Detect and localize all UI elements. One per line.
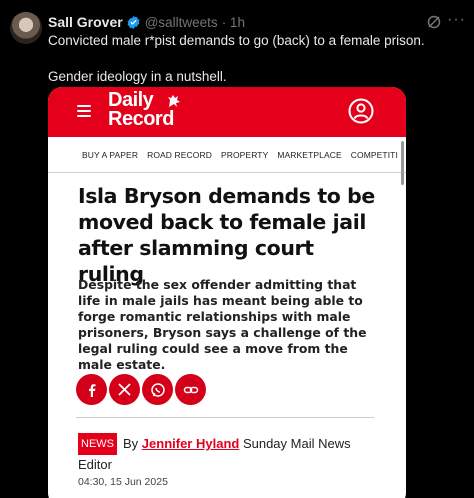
site-nav: BUY A PAPER ROAD RECORD PROPERTY MARKETP… <box>48 137 406 173</box>
hamburger-icon[interactable] <box>77 105 91 117</box>
author-link[interactable]: Jennifer Hyland <box>142 436 240 451</box>
copy-link-button[interactable] <box>175 374 206 405</box>
x-icon <box>118 383 131 396</box>
share-buttons <box>76 374 208 405</box>
byline: NEWS By Jennifer Hyland Sunday Mail News … <box>78 433 378 475</box>
divider <box>76 417 374 418</box>
article-date: 04:30, 15 Jun 2025 <box>78 476 168 488</box>
byline-by: By <box>123 436 142 451</box>
article-headline: Isla Bryson demands to be moved back to … <box>78 184 375 286</box>
whatsapp-icon <box>150 382 165 397</box>
more-icon[interactable]: ··· <box>447 11 466 29</box>
facebook-icon <box>88 383 95 397</box>
lion-icon <box>166 93 182 109</box>
avatar[interactable] <box>10 12 42 44</box>
tweet-header: Sall Grover @salltweets · 1h <box>48 12 466 32</box>
x-share-button[interactable] <box>109 374 140 405</box>
nav-item-buy-a-paper[interactable]: BUY A PAPER <box>82 150 138 160</box>
account-icon[interactable] <box>348 98 374 124</box>
site-header: Daily Record <box>48 87 406 137</box>
news-badge[interactable]: NEWS <box>78 433 117 455</box>
nav-item-competitions[interactable]: COMPETITI <box>351 150 398 160</box>
site-logo[interactable]: Daily Record <box>108 90 174 130</box>
verified-badge-icon <box>126 15 141 30</box>
tweet-text-line-2: Gender ideology in a nutshell. <box>48 69 227 84</box>
author-handle[interactable]: @salltweets <box>145 15 218 30</box>
whatsapp-share-button[interactable] <box>142 374 173 405</box>
tweet-text-line-1: Convicted male r*pist demands to go (bac… <box>48 33 425 48</box>
tweet-time[interactable]: · 1h <box>222 15 245 30</box>
scrollbar[interactable] <box>401 141 404 185</box>
grok-icon[interactable] <box>426 14 442 30</box>
nav-item-property[interactable]: PROPERTY <box>221 150 268 160</box>
link-icon <box>183 386 198 393</box>
logo-line-2: Record <box>108 108 174 130</box>
screenshot-card[interactable]: Daily Record BUY A PAPER ROAD RECORD PRO… <box>48 87 406 498</box>
author-name[interactable]: Sall Grover <box>48 14 123 30</box>
article-standfirst: Despite the sex offender admitting that … <box>78 277 367 372</box>
nav-item-road-record[interactable]: ROAD RECORD <box>147 150 212 160</box>
nav-item-marketplace[interactable]: MARKETPLACE <box>277 150 341 160</box>
facebook-share-button[interactable] <box>76 374 107 405</box>
